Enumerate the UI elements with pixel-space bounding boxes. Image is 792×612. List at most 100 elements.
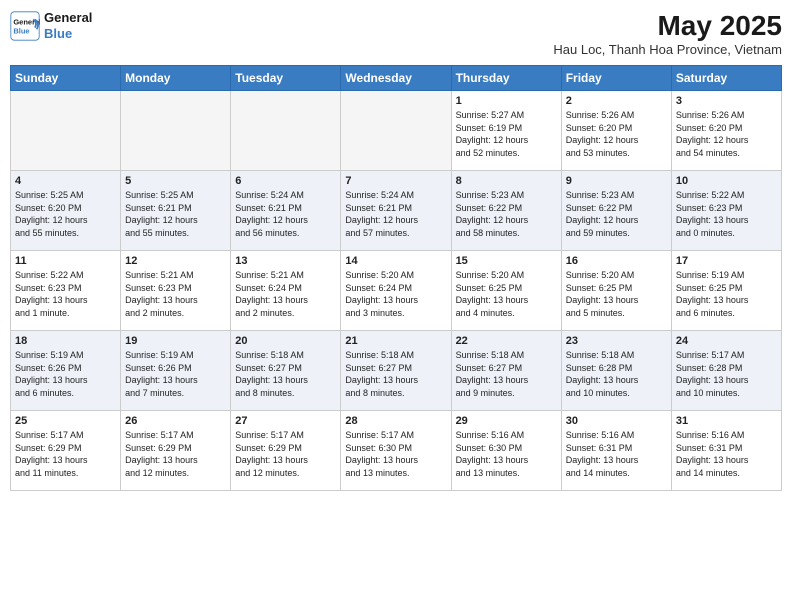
day-header-tuesday: Tuesday [231,66,341,91]
svg-text:Blue: Blue [13,26,29,35]
day-header-friday: Friday [561,66,671,91]
day-number: 14 [345,255,446,267]
calendar-day-cell: 15 Sunrise: 5:20 AM Sunset: 6:25 PM Dayli… [451,251,561,331]
day-number: 27 [235,415,336,427]
day-info: Sunrise: 5:22 AM Sunset: 6:23 PM Dayligh… [676,189,777,239]
day-info: Sunrise: 5:18 AM Sunset: 6:27 PM Dayligh… [456,349,557,399]
day-info: Sunrise: 5:20 AM Sunset: 6:25 PM Dayligh… [456,269,557,319]
calendar-day-cell: 29 Sunrise: 5:16 AM Sunset: 6:30 PM Dayli… [451,411,561,491]
day-number: 15 [456,255,557,267]
calendar-day-cell: 22 Sunrise: 5:18 AM Sunset: 6:27 PM Dayli… [451,331,561,411]
calendar-day-cell: 1 Sunrise: 5:27 AM Sunset: 6:19 PM Daylig… [451,91,561,171]
day-number: 8 [456,175,557,187]
calendar-week-row: 4 Sunrise: 5:25 AM Sunset: 6:20 PM Daylig… [11,171,782,251]
day-info: Sunrise: 5:19 AM Sunset: 6:26 PM Dayligh… [15,349,116,399]
calendar-week-row: 1 Sunrise: 5:27 AM Sunset: 6:19 PM Daylig… [11,91,782,171]
day-info: Sunrise: 5:21 AM Sunset: 6:24 PM Dayligh… [235,269,336,319]
day-header-wednesday: Wednesday [341,66,451,91]
calendar-day-cell: 11 Sunrise: 5:22 AM Sunset: 6:23 PM Dayli… [11,251,121,331]
day-info: Sunrise: 5:17 AM Sunset: 6:28 PM Dayligh… [676,349,777,399]
day-number: 31 [676,415,777,427]
location-subtitle: Hau Loc, Thanh Hoa Province, Vietnam [553,42,782,57]
day-info: Sunrise: 5:20 AM Sunset: 6:24 PM Dayligh… [345,269,446,319]
day-info: Sunrise: 5:19 AM Sunset: 6:26 PM Dayligh… [125,349,226,399]
day-info: Sunrise: 5:17 AM Sunset: 6:29 PM Dayligh… [125,429,226,479]
day-number: 21 [345,335,446,347]
day-number: 22 [456,335,557,347]
day-info: Sunrise: 5:24 AM Sunset: 6:21 PM Dayligh… [345,189,446,239]
calendar-day-cell: 4 Sunrise: 5:25 AM Sunset: 6:20 PM Daylig… [11,171,121,251]
day-number: 26 [125,415,226,427]
calendar-week-row: 18 Sunrise: 5:19 AM Sunset: 6:26 PM Dayli… [11,331,782,411]
day-info: Sunrise: 5:23 AM Sunset: 6:22 PM Dayligh… [566,189,667,239]
day-number: 17 [676,255,777,267]
day-info: Sunrise: 5:18 AM Sunset: 6:27 PM Dayligh… [345,349,446,399]
day-header-monday: Monday [121,66,231,91]
calendar-day-cell: 26 Sunrise: 5:17 AM Sunset: 6:29 PM Dayli… [121,411,231,491]
logo: General Blue General Blue [10,10,92,41]
day-info: Sunrise: 5:16 AM Sunset: 6:30 PM Dayligh… [456,429,557,479]
month-year-title: May 2025 [553,10,782,42]
calendar-day-cell: 6Sunrise: 5:24 AM Sunset: 6:21 PM Daylig… [231,171,341,251]
day-number: 23 [566,335,667,347]
day-info: Sunrise: 5:26 AM Sunset: 6:20 PM Dayligh… [676,109,777,159]
calendar-day-cell: 30Sunrise: 5:16 AM Sunset: 6:31 PM Dayli… [561,411,671,491]
calendar-day-cell: 21 Sunrise: 5:18 AM Sunset: 6:27 PM Dayli… [341,331,451,411]
day-number: 25 [15,415,116,427]
calendar-day-cell: 12 Sunrise: 5:21 AM Sunset: 6:23 PM Dayli… [121,251,231,331]
day-number: 20 [235,335,336,347]
calendar-day-cell: 5Sunrise: 5:25 AM Sunset: 6:21 PM Daylig… [121,171,231,251]
calendar-day-cell: 8 Sunrise: 5:23 AM Sunset: 6:22 PM Daylig… [451,171,561,251]
day-number: 2 [566,95,667,107]
calendar-day-cell: 28Sunrise: 5:17 AM Sunset: 6:30 PM Dayli… [341,411,451,491]
calendar-day-cell: 14 Sunrise: 5:20 AM Sunset: 6:24 PM Dayli… [341,251,451,331]
day-info: Sunrise: 5:18 AM Sunset: 6:28 PM Dayligh… [566,349,667,399]
day-info: Sunrise: 5:16 AM Sunset: 6:31 PM Dayligh… [676,429,777,479]
day-number: 18 [15,335,116,347]
day-info: Sunrise: 5:20 AM Sunset: 6:25 PM Dayligh… [566,269,667,319]
day-info: Sunrise: 5:27 AM Sunset: 6:19 PM Dayligh… [456,109,557,159]
day-header-sunday: Sunday [11,66,121,91]
calendar-day-cell: 27 Sunrise: 5:17 AM Sunset: 6:29 PM Dayli… [231,411,341,491]
day-info: Sunrise: 5:17 AM Sunset: 6:29 PM Dayligh… [15,429,116,479]
calendar-day-cell: 3Sunrise: 5:26 AM Sunset: 6:20 PM Daylig… [671,91,781,171]
calendar-day-cell: 18 Sunrise: 5:19 AM Sunset: 6:26 PM Dayli… [11,331,121,411]
day-header-thursday: Thursday [451,66,561,91]
day-info: Sunrise: 5:19 AM Sunset: 6:25 PM Dayligh… [676,269,777,319]
day-number: 13 [235,255,336,267]
day-number: 10 [676,175,777,187]
day-number: 7 [345,175,446,187]
day-info: Sunrise: 5:18 AM Sunset: 6:27 PM Dayligh… [235,349,336,399]
day-number: 24 [676,335,777,347]
calendar-day-cell: 19Sunrise: 5:19 AM Sunset: 6:26 PM Dayli… [121,331,231,411]
calendar-table: SundayMondayTuesdayWednesdayThursdayFrid… [10,65,782,491]
calendar-day-cell: 25 Sunrise: 5:17 AM Sunset: 6:29 PM Dayli… [11,411,121,491]
calendar-day-cell [11,91,121,171]
day-info: Sunrise: 5:25 AM Sunset: 6:20 PM Dayligh… [15,189,116,239]
calendar-day-cell: 31 Sunrise: 5:16 AM Sunset: 6:31 PM Dayli… [671,411,781,491]
calendar-day-cell [341,91,451,171]
day-info: Sunrise: 5:17 AM Sunset: 6:29 PM Dayligh… [235,429,336,479]
day-info: Sunrise: 5:22 AM Sunset: 6:23 PM Dayligh… [15,269,116,319]
title-block: May 2025 Hau Loc, Thanh Hoa Province, Vi… [553,10,782,57]
day-number: 6 [235,175,336,187]
day-number: 29 [456,415,557,427]
calendar-day-cell [231,91,341,171]
day-info: Sunrise: 5:21 AM Sunset: 6:23 PM Dayligh… [125,269,226,319]
day-info: Sunrise: 5:16 AM Sunset: 6:31 PM Dayligh… [566,429,667,479]
day-number: 1 [456,95,557,107]
day-number: 12 [125,255,226,267]
day-info: Sunrise: 5:17 AM Sunset: 6:30 PM Dayligh… [345,429,446,479]
calendar-header-row: SundayMondayTuesdayWednesdayThursdayFrid… [11,66,782,91]
day-number: 11 [15,255,116,267]
day-info: Sunrise: 5:23 AM Sunset: 6:22 PM Dayligh… [456,189,557,239]
day-info: Sunrise: 5:25 AM Sunset: 6:21 PM Dayligh… [125,189,226,239]
day-number: 4 [15,175,116,187]
day-number: 9 [566,175,667,187]
calendar-day-cell: 9 Sunrise: 5:23 AM Sunset: 6:22 PM Daylig… [561,171,671,251]
calendar-day-cell: 16Sunrise: 5:20 AM Sunset: 6:25 PM Dayli… [561,251,671,331]
calendar-day-cell: 17 Sunrise: 5:19 AM Sunset: 6:25 PM Dayli… [671,251,781,331]
calendar-week-row: 25 Sunrise: 5:17 AM Sunset: 6:29 PM Dayli… [11,411,782,491]
day-info: Sunrise: 5:26 AM Sunset: 6:20 PM Dayligh… [566,109,667,159]
calendar-day-cell: 13 Sunrise: 5:21 AM Sunset: 6:24 PM Dayli… [231,251,341,331]
